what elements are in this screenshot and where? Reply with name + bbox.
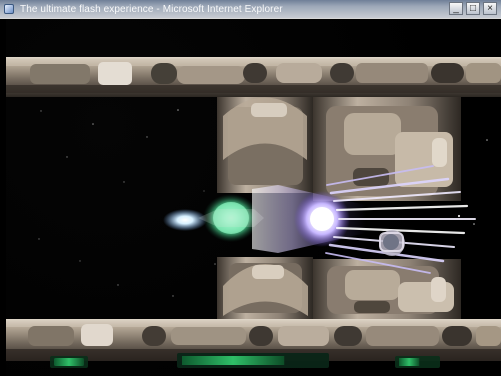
browser-window-icon [4,4,14,14]
window-titlebar: The ultimate flash experience - Microsof… [0,0,501,19]
lower-station-module [217,257,461,319]
upper-station-module [217,97,461,201]
window-title: The ultimate flash experience - Microsof… [20,3,283,15]
top-station-rail [6,57,501,97]
window-controls: _ □ × [449,2,497,15]
game-viewport[interactable] [6,19,501,376]
minimize-icon[interactable]: _ [449,2,463,15]
player-ship-icon [163,194,264,242]
close-icon[interactable]: × [483,2,497,15]
game-scene [6,57,501,368]
enemy-drone-icon [379,230,405,256]
shield-meter-fill [182,356,285,365]
browser-window: The ultimate flash experience - Microsof… [0,0,501,376]
maximize-icon[interactable]: □ [466,2,480,15]
left-hud-indicator [54,358,84,366]
energy-meter-fill [399,358,420,366]
